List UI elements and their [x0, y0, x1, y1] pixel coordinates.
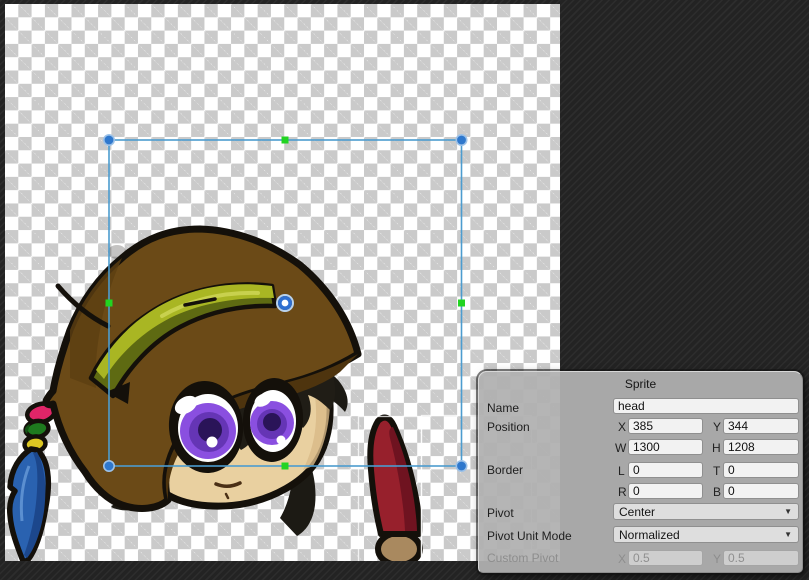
custom-pivot-y-prefix: Y	[713, 552, 723, 566]
border-t-input[interactable]	[723, 462, 799, 478]
pivot-handle[interactable]	[277, 295, 293, 311]
sprite-inspector-panel: Sprite Name Position X Y W H Border L T …	[478, 371, 803, 573]
position-label: Position	[487, 420, 530, 434]
pivot-unit-mode-value: Normalized	[619, 528, 680, 542]
pivot-dropdown[interactable]: Center ▼	[613, 503, 799, 520]
position-h-prefix: H	[712, 441, 722, 455]
position-x-input[interactable]	[628, 418, 703, 434]
pivot-label: Pivot	[487, 506, 514, 520]
sprite-editor-window: { "editor": { "name": "sprite-editor", "…	[0, 0, 809, 580]
name-label: Name	[487, 401, 519, 415]
custom-pivot-x-input	[628, 550, 703, 566]
chevron-down-icon: ▼	[784, 531, 792, 539]
position-x-prefix: X	[618, 420, 628, 434]
border-label: Border	[487, 463, 523, 477]
border-r-prefix: R	[618, 485, 628, 499]
panel-title: Sprite	[479, 377, 802, 391]
pivot-unit-mode-label: Pivot Unit Mode	[487, 529, 572, 543]
custom-pivot-x-prefix: X	[618, 552, 628, 566]
position-h-input[interactable]	[723, 439, 799, 455]
position-y-input[interactable]	[723, 418, 799, 434]
border-r-input[interactable]	[628, 483, 703, 499]
sleeve-artwork	[370, 418, 420, 565]
hat-tassel	[10, 401, 57, 561]
position-w-input[interactable]	[628, 439, 703, 455]
pivot-dropdown-value: Center	[619, 505, 655, 519]
custom-pivot-y-input	[723, 550, 799, 566]
border-t-prefix: T	[713, 464, 723, 478]
border-b-prefix: B	[713, 485, 723, 499]
border-b-input[interactable]	[723, 483, 799, 499]
chevron-down-icon: ▼	[784, 508, 792, 516]
pivot-unit-mode-dropdown[interactable]: Normalized ▼	[613, 526, 799, 543]
border-l-prefix: L	[618, 464, 628, 478]
position-w-prefix: W	[615, 441, 625, 455]
border-l-input[interactable]	[628, 462, 703, 478]
custom-pivot-label: Custom Pivot	[487, 551, 558, 565]
name-input[interactable]	[613, 398, 799, 414]
position-y-prefix: Y	[713, 420, 723, 434]
